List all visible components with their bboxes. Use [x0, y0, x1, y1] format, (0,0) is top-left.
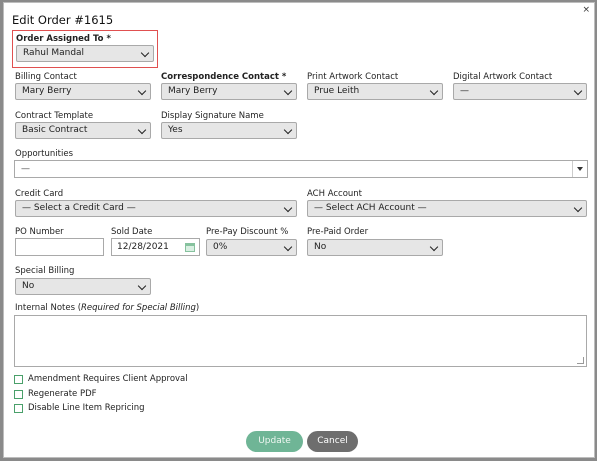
- internal-notes-textarea[interactable]: [14, 315, 587, 367]
- contract-template-select[interactable]: Basic Contract: [15, 122, 151, 139]
- contract-template-value: Basic Contract: [22, 125, 88, 135]
- ach-account-label: ACH Account: [307, 189, 363, 199]
- chevron-down-icon: [429, 86, 439, 96]
- billing-contact-value: Mary Berry: [22, 86, 72, 96]
- billing-contact-select[interactable]: Mary Berry: [15, 83, 151, 100]
- chevron-down-icon: [140, 48, 150, 58]
- internal-notes-label-note: Required for Special Billing: [81, 303, 196, 313]
- po-number-label: PO Number: [15, 227, 64, 237]
- internal-notes-label-end: ): [195, 303, 200, 313]
- correspondence-contact-label: Correspondence Contact *: [161, 72, 287, 82]
- display-signature-name-select[interactable]: Yes: [161, 122, 297, 139]
- prepaid-order-value: No: [314, 242, 327, 252]
- prepay-discount-select[interactable]: 0%: [206, 239, 297, 256]
- ach-account-select[interactable]: — Select ACH Account —: [307, 200, 587, 217]
- sold-date-value: 12/28/2021: [117, 242, 169, 252]
- po-number-input[interactable]: [15, 238, 104, 256]
- opportunities-select[interactable]: —: [14, 160, 588, 178]
- update-button[interactable]: Update: [246, 431, 303, 452]
- amendment-approval-label: Amendment Requires Client Approval: [28, 374, 188, 384]
- sold-date-input[interactable]: 12/28/2021: [111, 238, 200, 256]
- digital-artwork-contact-value: —: [460, 86, 469, 96]
- opportunities-divider: [572, 161, 573, 177]
- chevron-down-icon: [137, 86, 147, 96]
- chevron-down-icon: [283, 242, 293, 252]
- credit-card-label: Credit Card: [15, 189, 64, 199]
- caret-down-icon: [577, 167, 583, 171]
- prepay-discount-label: Pre-Pay Discount %: [206, 227, 289, 237]
- print-artwork-contact-label: Print Artwork Contact: [307, 72, 399, 82]
- digital-artwork-contact-label: Digital Artwork Contact: [453, 72, 553, 82]
- digital-artwork-contact-select[interactable]: —: [453, 83, 587, 100]
- regenerate-pdf-label: Regenerate PDF: [28, 389, 97, 399]
- resize-grip-icon[interactable]: [577, 357, 584, 364]
- order-assigned-label: Order Assigned To *: [16, 34, 111, 44]
- internal-notes-label-text: Internal Notes (: [15, 303, 82, 313]
- special-billing-value: No: [22, 281, 35, 291]
- display-signature-name-label: Display Signature Name: [161, 111, 264, 121]
- amendment-approval-checkbox[interactable]: [14, 374, 23, 384]
- chevron-down-icon: [573, 86, 583, 96]
- credit-card-value: — Select a Credit Card —: [22, 203, 136, 213]
- regenerate-pdf-checkbox[interactable]: [14, 389, 23, 399]
- close-icon[interactable]: ×: [582, 6, 590, 15]
- opportunities-label: Opportunities: [15, 149, 73, 159]
- dialog-title: Edit Order #1615: [12, 13, 114, 27]
- chevron-down-icon: [283, 86, 293, 96]
- regenerate-pdf-checkbox-row[interactable]: Regenerate PDF: [14, 388, 97, 400]
- cancel-button[interactable]: Cancel: [307, 431, 358, 452]
- special-billing-label: Special Billing: [15, 266, 75, 276]
- sold-date-label: Sold Date: [111, 227, 153, 237]
- contract-template-label: Contract Template: [15, 111, 94, 121]
- credit-card-select[interactable]: — Select a Credit Card —: [15, 200, 297, 217]
- opportunities-value: —: [21, 164, 30, 174]
- correspondence-contact-value: Mary Berry: [168, 86, 218, 96]
- disable-repricing-label: Disable Line Item Repricing: [28, 403, 145, 413]
- correspondence-contact-select[interactable]: Mary Berry: [161, 83, 297, 100]
- prepay-discount-value: 0%: [213, 242, 228, 252]
- special-billing-select[interactable]: No: [15, 278, 151, 295]
- edit-order-dialog: × Edit Order #1615 Order Assigned To * R…: [3, 2, 595, 458]
- chevron-down-icon: [429, 242, 439, 252]
- chevron-down-icon: [283, 125, 293, 135]
- chevron-down-icon: [573, 203, 583, 213]
- order-assigned-select[interactable]: Rahul Mandal: [16, 45, 154, 62]
- internal-notes-label: Internal Notes (Required for Special Bil…: [15, 303, 199, 313]
- prepaid-order-select[interactable]: No: [307, 239, 443, 256]
- ach-account-value: — Select ACH Account —: [314, 203, 427, 213]
- print-artwork-contact-value: Prue Leith: [314, 86, 360, 96]
- chevron-down-icon: [283, 203, 293, 213]
- disable-repricing-checkbox[interactable]: [14, 403, 23, 413]
- prepaid-order-label: Pre-Paid Order: [307, 227, 369, 237]
- chevron-down-icon: [137, 281, 147, 291]
- amendment-approval-checkbox-row[interactable]: Amendment Requires Client Approval: [14, 373, 188, 385]
- billing-contact-label: Billing Contact: [15, 72, 77, 82]
- chevron-down-icon: [137, 125, 147, 135]
- order-assigned-value: Rahul Mandal: [23, 48, 85, 58]
- calendar-icon[interactable]: [185, 243, 195, 252]
- display-signature-name-value: Yes: [168, 125, 183, 135]
- disable-repricing-checkbox-row[interactable]: Disable Line Item Repricing: [14, 402, 145, 414]
- print-artwork-contact-select[interactable]: Prue Leith: [307, 83, 443, 100]
